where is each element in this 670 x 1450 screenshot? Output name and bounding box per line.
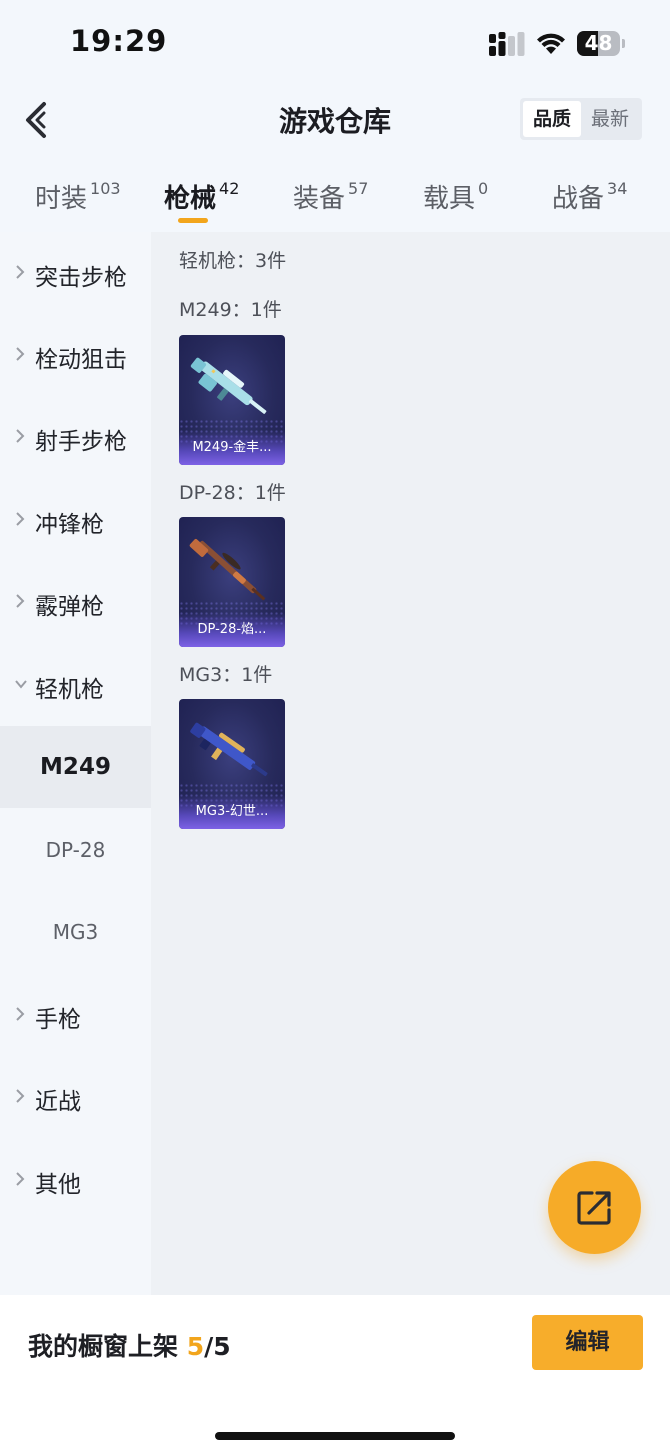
item-group-header: MG3：1件 xyxy=(179,664,273,686)
sidebar-item-label: 射手步枪 xyxy=(35,429,127,455)
sidebar-item-label: 霰弹枪 xyxy=(35,594,104,620)
category-summary: 轻机枪：3件 xyxy=(179,250,287,272)
tab-label: 时装 xyxy=(35,184,88,214)
sidebar-subitem-dp28[interactable]: DP-28 xyxy=(0,809,151,891)
chevron-down-icon xyxy=(15,680,27,689)
sidebar-item-assault-rifle[interactable]: 突击步枪 xyxy=(0,232,151,314)
sidebar-subitem-label: M249 xyxy=(40,754,111,780)
sidebar-item-label: 冲锋枪 xyxy=(35,512,104,538)
showcase-label: 我的橱窗上架 xyxy=(28,1332,179,1361)
tab-equipment[interactable]: 装备 57 xyxy=(293,172,368,227)
status-time: 19:29 xyxy=(70,24,168,58)
sidebar-subitem-label: MG3 xyxy=(52,920,99,944)
sidebar-item-label: 其他 xyxy=(35,1172,81,1198)
tab-label: 枪械 xyxy=(164,184,217,214)
sort-option-newest[interactable]: 最新 xyxy=(581,101,639,137)
chevron-right-icon xyxy=(16,594,25,608)
sidebar-item-label: 手枪 xyxy=(35,1007,81,1033)
wifi-icon xyxy=(537,33,565,54)
chevron-right-icon xyxy=(16,1172,25,1186)
tab-label: 战备 xyxy=(552,184,605,214)
sidebar-item-melee[interactable]: 近战 xyxy=(0,1056,151,1138)
bottom-bar: 我的橱窗上架 5/5 编辑 xyxy=(0,1295,670,1450)
item-card-m249[interactable]: M249-金丰... xyxy=(179,335,285,465)
sidebar-item-lmg[interactable]: 轻机枪 xyxy=(0,644,151,726)
battery-indicator: 48 xyxy=(577,31,625,56)
sidebar-item-smg[interactable]: 冲锋枪 xyxy=(0,479,151,561)
item-group-header: DP-28：1件 xyxy=(179,482,286,504)
showcase-current-count: 5 xyxy=(186,1332,205,1361)
sort-option-quality[interactable]: 品质 xyxy=(523,101,581,137)
tab-weapons[interactable]: 枪械 42 xyxy=(164,172,239,227)
chevron-right-icon xyxy=(16,512,25,526)
item-card-mg3[interactable]: MG3-幻世... xyxy=(179,699,285,829)
sidebar-item-marksman-rifle[interactable]: 射手步枪 xyxy=(0,396,151,478)
tab-count: 103 xyxy=(90,179,121,198)
sidebar-item-label: 轻机枪 xyxy=(35,677,104,703)
sort-toggle: 品质 最新 xyxy=(520,98,642,140)
tab-count: 57 xyxy=(348,179,369,198)
chevron-right-icon xyxy=(16,1089,25,1103)
battery-level: 48 xyxy=(584,31,613,55)
active-tab-indicator xyxy=(178,218,208,223)
edit-button[interactable]: 编辑 xyxy=(532,1315,643,1370)
chevron-right-icon xyxy=(16,347,25,361)
m249-skin-image xyxy=(190,357,267,414)
showcase-total-count: /5 xyxy=(204,1332,231,1361)
sidebar-subitem-mg3[interactable]: MG3 xyxy=(0,891,151,973)
item-name: DP-28-焰... xyxy=(179,613,285,647)
sidebar-subitem-label: DP-28 xyxy=(45,838,106,862)
share-button[interactable] xyxy=(548,1161,641,1254)
sidebar-item-other[interactable]: 其他 xyxy=(0,1139,151,1221)
weapon-category-sidebar: 突击步枪 栓动狙击 射手步枪 冲锋枪 霰弹枪 轻机枪 M249 DP-28 MG… xyxy=(0,232,151,1295)
item-card-dp28[interactable]: DP-28-焰... xyxy=(179,517,285,647)
sidebar-item-label: 近战 xyxy=(35,1089,81,1115)
status-bar: 19:29 48 xyxy=(0,0,670,90)
sidebar-item-label: 栓动狙击 xyxy=(35,347,127,373)
tab-label: 装备 xyxy=(293,184,346,214)
tab-vehicles[interactable]: 载具 0 xyxy=(423,172,488,227)
mg3-skin-image xyxy=(190,722,268,777)
item-name: M249-金丰... xyxy=(179,431,285,465)
category-tabs: 时装 103 枪械 42 装备 57 载具 0 战备 34 xyxy=(0,172,670,232)
tab-supplies[interactable]: 战备 34 xyxy=(552,172,627,227)
sidebar-item-shotgun[interactable]: 霰弹枪 xyxy=(0,561,151,643)
sidebar-subitem-m249[interactable]: M249 xyxy=(0,726,151,808)
chevron-right-icon xyxy=(16,265,25,279)
back-button[interactable] xyxy=(20,98,60,142)
item-name: MG3-幻世... xyxy=(179,795,285,829)
sidebar-item-pistol[interactable]: 手枪 xyxy=(0,974,151,1056)
dp28-skin-image xyxy=(189,539,266,601)
home-indicator[interactable] xyxy=(215,1432,455,1440)
chevron-right-icon xyxy=(16,1007,25,1021)
showcase-status: 我的橱窗上架 5/5 xyxy=(28,1327,231,1363)
share-external-icon xyxy=(577,1191,611,1225)
tab-label: 载具 xyxy=(423,184,476,214)
tab-fashion[interactable]: 时装 103 xyxy=(35,172,121,227)
inventory-content: 轻机枪：3件 M249：1件 M249-金丰... DP-28：1件 DP-28… xyxy=(151,232,670,1295)
sidebar-item-bolt-sniper[interactable]: 栓动狙击 xyxy=(0,314,151,396)
sidebar-item-label: 突击步枪 xyxy=(35,265,127,291)
item-group-header: M249：1件 xyxy=(179,299,282,321)
chevron-left-icon xyxy=(26,102,46,138)
chevron-right-icon xyxy=(16,429,25,443)
tab-count: 34 xyxy=(607,179,628,198)
tab-count: 0 xyxy=(478,179,489,198)
cellular-signal-icon xyxy=(489,32,525,56)
tab-count: 42 xyxy=(219,179,240,198)
